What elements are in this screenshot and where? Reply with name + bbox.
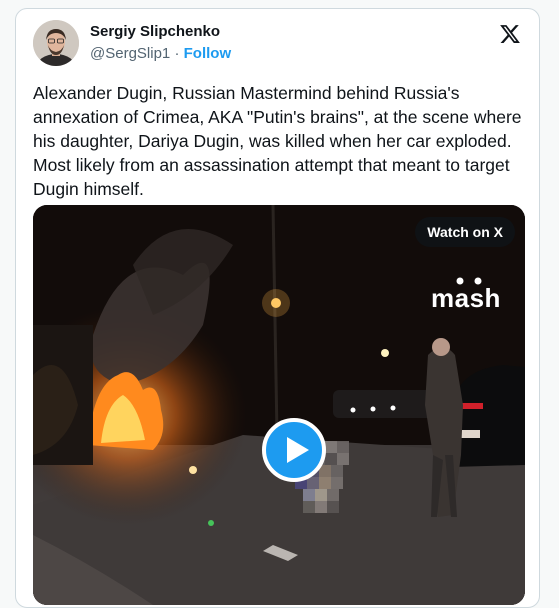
follow-button[interactable]: Follow (184, 45, 232, 62)
watch-on-x-button[interactable]: Watch on X (415, 217, 515, 247)
x-logo-icon[interactable] (499, 23, 521, 45)
author-handle-row: @SergSlip1 · Follow (90, 45, 231, 62)
play-icon (287, 437, 309, 463)
handle-separator: · (174, 45, 180, 62)
mash-watermark: mash (431, 283, 501, 313)
author-name[interactable]: Sergiy Slipchenko (90, 23, 220, 40)
video-thumbnail (33, 205, 525, 605)
video-player[interactable]: Watch on X mash (33, 205, 525, 605)
author-handle[interactable]: @SergSlip1 (90, 45, 170, 62)
author-avatar[interactable] (33, 20, 79, 66)
tweet-text: Alexander Dugin, Russian Mastermind behi… (33, 83, 522, 199)
play-button[interactable] (262, 418, 326, 482)
tweet-header: Sergiy Slipchenko @SergSlip1 · Follow (16, 9, 539, 79)
avatar-photo-icon (33, 20, 79, 66)
tweet-card: Sergiy Slipchenko @SergSlip1 · Follow Al… (15, 8, 540, 608)
